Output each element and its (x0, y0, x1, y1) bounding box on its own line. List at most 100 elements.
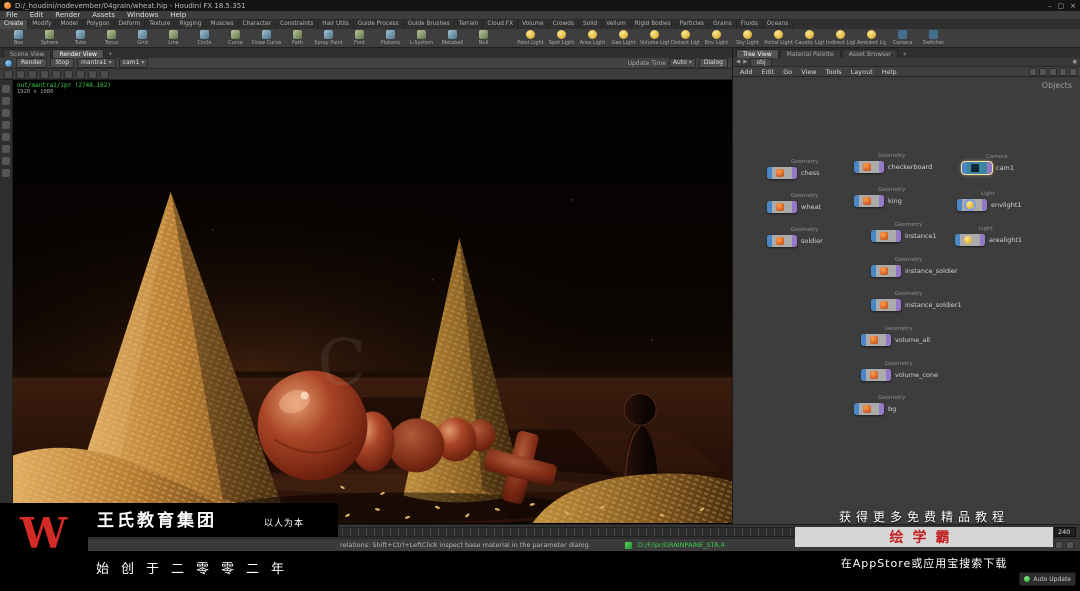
tab-scene-view[interactable]: Scene View (3, 49, 52, 58)
net-menu-help[interactable]: Help (878, 68, 901, 76)
tool-metaball[interactable]: Metaball (438, 30, 467, 46)
node-volume-all[interactable]: Geometry volume_all (861, 326, 930, 346)
update-mode-selector[interactable]: Auto Update (1019, 572, 1076, 586)
shelf-tab[interactable]: Polygon (83, 20, 115, 29)
node-instance1[interactable]: Geometry instance1 (871, 222, 937, 242)
pin-icon[interactable]: ● (1073, 59, 1077, 65)
menu-render[interactable]: Render (49, 11, 86, 20)
node-envlight1[interactable]: Light envlight1 (957, 191, 1022, 211)
shelf-tab[interactable]: Solid (579, 20, 603, 29)
camera-tool-icon[interactable] (2, 169, 10, 177)
camera-dropdown[interactable]: cam1 ▾ (118, 58, 149, 68)
region-render-icon[interactable] (100, 69, 109, 79)
menu-edit[interactable]: Edit (24, 11, 50, 20)
back-icon[interactable]: ◀ (736, 59, 740, 65)
tool-spot-light[interactable]: Spot Light (547, 30, 576, 46)
node-king[interactable]: Geometry king (854, 187, 905, 207)
render-viewport[interactable]: C out/mantra1/ipr (2748.162) 1920 x 1080 (0, 80, 732, 524)
renderer-dropdown[interactable]: mantra1 ▾ (77, 58, 116, 68)
shelf-tab[interactable]: Fluids (737, 20, 763, 29)
handle-tool-icon[interactable] (2, 133, 10, 141)
shelf-tab[interactable]: Particles (676, 20, 710, 29)
shelf-tab[interactable]: Modify (28, 20, 57, 29)
render-dialog-button[interactable]: Dialog (698, 58, 728, 68)
cache-icon[interactable] (1066, 541, 1074, 549)
channels-icon[interactable] (88, 69, 97, 79)
node-arealight1[interactable]: Light arealight1 (955, 226, 1022, 246)
node-bg[interactable]: Geometry bg (854, 395, 905, 415)
zoom-out-icon[interactable] (28, 69, 37, 79)
tool-portal-light[interactable]: Portal Light (764, 30, 793, 46)
shelf-tab[interactable]: Hair Utils (318, 20, 354, 29)
tool-switcher[interactable]: Switcher (919, 30, 948, 46)
render-button[interactable]: Render (16, 58, 48, 68)
shelf-tab[interactable]: Model (56, 20, 83, 29)
maximize-button[interactable]: ▢ (1058, 2, 1065, 10)
net-menu-tools[interactable]: Tools (822, 68, 846, 76)
tool-null[interactable]: Null (469, 30, 498, 46)
shelf-tab[interactable]: Guide Brushes (404, 20, 455, 29)
node-soldier[interactable]: Geometry soldier (767, 227, 823, 247)
tab-render-view[interactable]: Render View (52, 49, 104, 58)
snap-tool-icon[interactable] (2, 145, 10, 153)
shelf-tab[interactable]: Rigid Bodies (631, 20, 676, 29)
tab-tree-view[interactable]: Tree View (736, 49, 779, 58)
tool-platonic[interactable]: Platonic (376, 30, 405, 46)
minimize-button[interactable]: – (1048, 2, 1052, 10)
stop-render-button[interactable]: Stop (50, 58, 75, 68)
tool-font[interactable]: Font (345, 30, 374, 46)
tool-area-light[interactable]: Area Light (578, 30, 607, 46)
tab-asset-browser[interactable]: Asset Browser (841, 49, 899, 58)
tool-torus[interactable]: Torus (97, 30, 126, 46)
net-menu-go[interactable]: Go (779, 68, 796, 76)
select-tool-icon[interactable] (2, 85, 10, 93)
fit-view-icon[interactable] (40, 69, 49, 79)
tool-box[interactable]: Box (4, 30, 33, 46)
tool-caustic-light[interactable]: Caustic Light (795, 30, 824, 46)
new-tab-icon[interactable]: + (105, 51, 116, 58)
net-menu-view[interactable]: View (797, 68, 820, 76)
menu-help[interactable]: Help (164, 11, 192, 20)
shelf-tab[interactable]: Create (0, 20, 29, 29)
shelf-tab[interactable]: Muscles (206, 20, 239, 29)
tab-material-palette[interactable]: Material Palette (779, 49, 841, 58)
tool-volume-light[interactable]: Volume Light (640, 30, 669, 46)
tool-draw-curve[interactable]: Draw Curve (252, 30, 281, 46)
ipr-toggle-icon[interactable] (4, 58, 13, 68)
shelf-tab[interactable]: Constraints (276, 20, 319, 29)
node-wheat[interactable]: Geometry wheat (767, 193, 821, 213)
gamma-icon[interactable] (64, 69, 73, 79)
node-volume-cone[interactable]: Geometry volume_cone (861, 361, 938, 381)
grid-toggle-icon[interactable] (1055, 541, 1063, 549)
tool-lsystem[interactable]: L-System (407, 30, 436, 46)
shelf-tab[interactable]: Rigging (175, 20, 207, 29)
tool-grid[interactable]: Grid (128, 30, 157, 46)
tool-line[interactable]: Line (159, 30, 188, 46)
tool-tube[interactable]: Tube (66, 30, 95, 46)
display-options-icon[interactable] (2, 157, 10, 165)
tool-env-light[interactable]: Env Light (702, 30, 731, 46)
tool-camera[interactable]: Camera (888, 30, 917, 46)
search-icon[interactable] (1069, 67, 1077, 76)
tool-ambient-light[interactable]: Ambient Light (857, 30, 886, 46)
node-chess[interactable]: Geometry chess (767, 159, 819, 179)
tool-point-light[interactable]: Point Light (516, 30, 545, 46)
net-menu-add[interactable]: Add (736, 68, 757, 76)
menu-assets[interactable]: Assets (86, 11, 121, 20)
tool-spray-paint[interactable]: Spray Paint (314, 30, 343, 46)
zoom-in-icon[interactable] (16, 69, 25, 79)
close-button[interactable]: × (1070, 2, 1076, 10)
shelf-tab[interactable]: Oceans (763, 20, 794, 29)
tool-indirect-light[interactable]: Indirect Light (826, 30, 855, 46)
home-view-icon[interactable] (4, 69, 13, 79)
snapshot-icon[interactable] (52, 69, 61, 79)
exposure-icon[interactable] (76, 69, 85, 79)
shelf-tab[interactable]: Grains (709, 20, 737, 29)
shelf-tab[interactable]: Character (239, 20, 277, 29)
tool-sphere[interactable]: Sphere (35, 30, 64, 46)
node-cam1[interactable]: Camera cam1 (961, 154, 1014, 175)
menu-file[interactable]: File (0, 11, 24, 20)
shelf-tab[interactable]: Vellum (602, 20, 631, 29)
tool-path[interactable]: Path (283, 30, 312, 46)
net-menu-edit[interactable]: Edit (758, 68, 779, 76)
